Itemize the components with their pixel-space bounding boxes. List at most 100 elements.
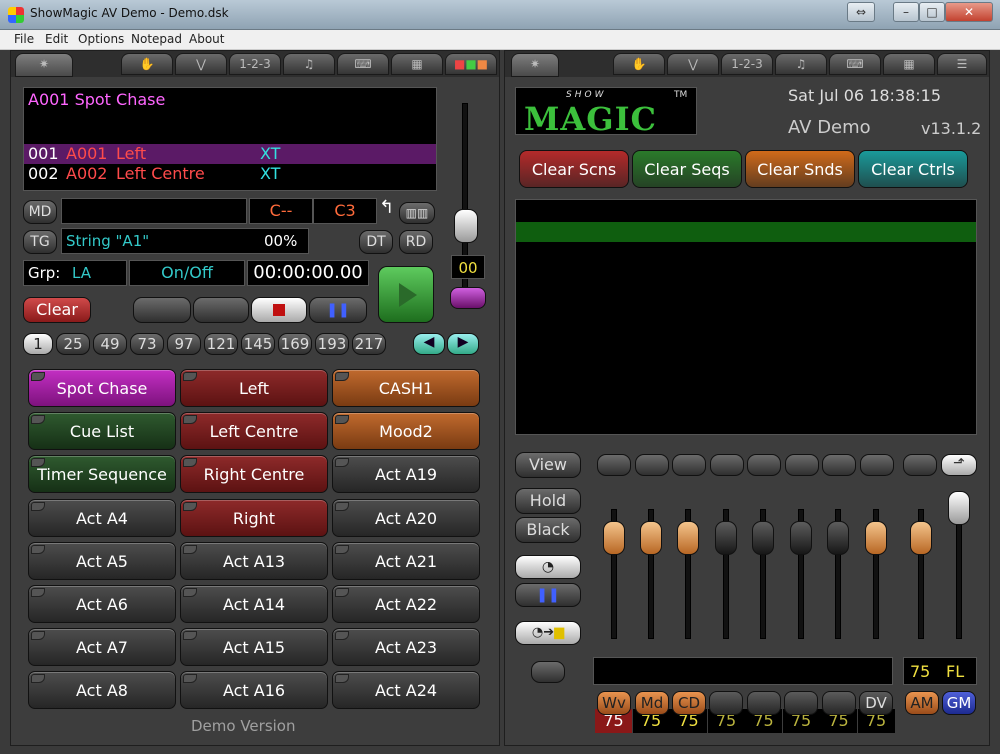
menu-notepad[interactable]: Notepad <box>131 32 182 46</box>
action-button[interactable]: Right <box>180 498 328 537</box>
menu-about[interactable]: About <box>189 32 224 46</box>
clear-type-button[interactable]: Clear Snds <box>745 150 855 188</box>
tab-123-right[interactable]: 1-2-3 <box>721 53 773 75</box>
fold-up-button[interactable]: ⬏ <box>941 454 977 476</box>
menu-options[interactable]: Options <box>78 32 124 46</box>
grand-master-knob[interactable] <box>948 491 970 525</box>
clear-type-button[interactable]: Clear Ctrls <box>858 150 968 188</box>
action-button[interactable]: Act A23 <box>332 628 480 667</box>
page-button[interactable]: 145 <box>241 333 275 355</box>
page-button[interactable]: 193 <box>315 333 349 355</box>
black-button[interactable]: Black <box>515 517 581 543</box>
fader-purple-button[interactable] <box>450 287 486 309</box>
page-prev-button[interactable]: ◀ <box>413 333 445 355</box>
blank-button-bottom[interactable] <box>531 661 565 683</box>
piano-keys-button[interactable]: ▥▥ <box>399 202 435 224</box>
view-slot-button[interactable] <box>784 454 819 476</box>
fader-knob[interactable] <box>677 521 699 555</box>
view-button[interactable]: View <box>515 452 581 478</box>
tab-layout-right[interactable]: ☰ <box>937 53 987 75</box>
maximize-button[interactable]: □ <box>919 2 945 22</box>
action-button[interactable]: Act A16 <box>180 671 328 710</box>
bottom-button[interactable] <box>747 691 781 715</box>
master-fader-knob[interactable] <box>454 209 478 243</box>
action-button[interactable]: Cue List <box>28 412 176 451</box>
fader-knob[interactable] <box>790 521 812 555</box>
action-button[interactable]: Left Centre <box>180 412 328 451</box>
action-button[interactable]: Act A15 <box>180 628 328 667</box>
blank-small-button[interactable] <box>903 454 937 476</box>
blank-button-1[interactable] <box>133 297 191 323</box>
view-slot-button[interactable] <box>822 454 856 476</box>
action-button[interactable]: Act A7 <box>28 628 176 667</box>
bottom-button[interactable] <box>709 691 743 715</box>
menu-file[interactable]: File <box>14 32 34 46</box>
close-button[interactable]: ✕ <box>945 2 993 22</box>
action-button[interactable]: Timer Sequence <box>28 455 176 494</box>
menu-edit[interactable]: Edit <box>45 32 68 46</box>
cue-row-selected[interactable]: 001 A001 Left XT <box>24 144 436 164</box>
restore-size-button[interactable]: ⇔ <box>847 2 875 22</box>
action-button[interactable]: CASH1 <box>332 369 480 407</box>
fader-knob[interactable] <box>827 521 849 555</box>
dt-button[interactable]: DT <box>359 230 393 254</box>
bottom-button[interactable]: Md <box>635 691 669 715</box>
action-button[interactable]: Act A5 <box>28 541 176 580</box>
hold-button[interactable]: Hold <box>515 488 581 514</box>
fader-knob[interactable] <box>603 521 625 555</box>
page-button[interactable]: 121 <box>204 333 238 355</box>
onoff-display[interactable]: On/Off <box>129 260 245 286</box>
page-button[interactable]: 97 <box>167 333 201 355</box>
page-button[interactable]: 169 <box>278 333 312 355</box>
tab-grid[interactable]: ▦ <box>391 53 443 75</box>
action-button[interactable]: Act A22 <box>332 585 480 623</box>
fader-knob[interactable] <box>640 521 662 555</box>
tab-lights[interactable]: ⋁ <box>175 53 227 75</box>
view-slot-button[interactable] <box>672 454 706 476</box>
tab-bug-right[interactable]: ✷ <box>511 53 559 77</box>
view-slot-button[interactable] <box>859 454 894 476</box>
action-button[interactable]: Act A13 <box>180 541 328 580</box>
action-button[interactable]: Act A19 <box>332 455 480 494</box>
timer-to-folder-button[interactable]: ◔➔▆ <box>515 621 581 645</box>
tab-colors[interactable]: ■■■ <box>445 53 497 75</box>
cue-row[interactable]: 002 A002 Left Centre XT <box>24 164 436 184</box>
page-button[interactable]: 1 <box>23 333 53 355</box>
bottom-button[interactable]: Wv <box>597 691 631 715</box>
clear-type-button[interactable]: Clear Seqs <box>632 150 742 188</box>
action-button[interactable]: Right Centre <box>180 455 328 494</box>
page-button[interactable]: 73 <box>130 333 164 355</box>
bottom-button[interactable]: AM <box>905 691 939 715</box>
page-next-button[interactable]: ▶ <box>447 333 479 355</box>
page-button[interactable]: 49 <box>93 333 127 355</box>
bottom-button[interactable] <box>784 691 818 715</box>
tab-keyboard-right[interactable]: ⌨ <box>829 53 881 75</box>
view-slot-button[interactable] <box>709 454 744 476</box>
tab-music-right[interactable]: ♫ <box>775 53 827 75</box>
timer-button[interactable]: ◔ <box>515 555 581 579</box>
tab-123[interactable]: 1-2-3 <box>229 53 281 75</box>
fader-knob[interactable] <box>910 521 932 555</box>
fader-knob[interactable] <box>715 521 737 555</box>
page-button[interactable]: 217 <box>352 333 386 355</box>
bottom-button[interactable] <box>822 691 856 715</box>
page-button[interactable]: 25 <box>56 333 90 355</box>
pause-button[interactable]: ❚❚ <box>309 297 367 323</box>
rd-button[interactable]: RD <box>399 230 433 254</box>
action-button[interactable]: Act A24 <box>332 671 480 710</box>
tab-music[interactable]: ♫ <box>283 53 335 75</box>
return-arrow-icon[interactable]: ↰ <box>379 197 394 218</box>
tab-grid-right[interactable]: ▦ <box>883 53 935 75</box>
action-button[interactable]: Act A4 <box>28 498 176 537</box>
play-button[interactable] <box>378 266 434 323</box>
action-button[interactable]: Left <box>180 369 328 407</box>
action-button[interactable]: Act A8 <box>28 671 176 710</box>
minimize-button[interactable]: – <box>893 2 919 22</box>
md-button[interactable]: MD <box>23 200 57 224</box>
view-slot-button[interactable] <box>597 454 631 476</box>
clear-button[interactable]: Clear <box>23 297 91 323</box>
action-button[interactable]: Spot Chase <box>28 369 176 407</box>
tab-lights-right[interactable]: ⋁ <box>667 53 719 75</box>
action-button[interactable]: Act A6 <box>28 585 176 623</box>
action-button[interactable]: Act A20 <box>332 498 480 537</box>
